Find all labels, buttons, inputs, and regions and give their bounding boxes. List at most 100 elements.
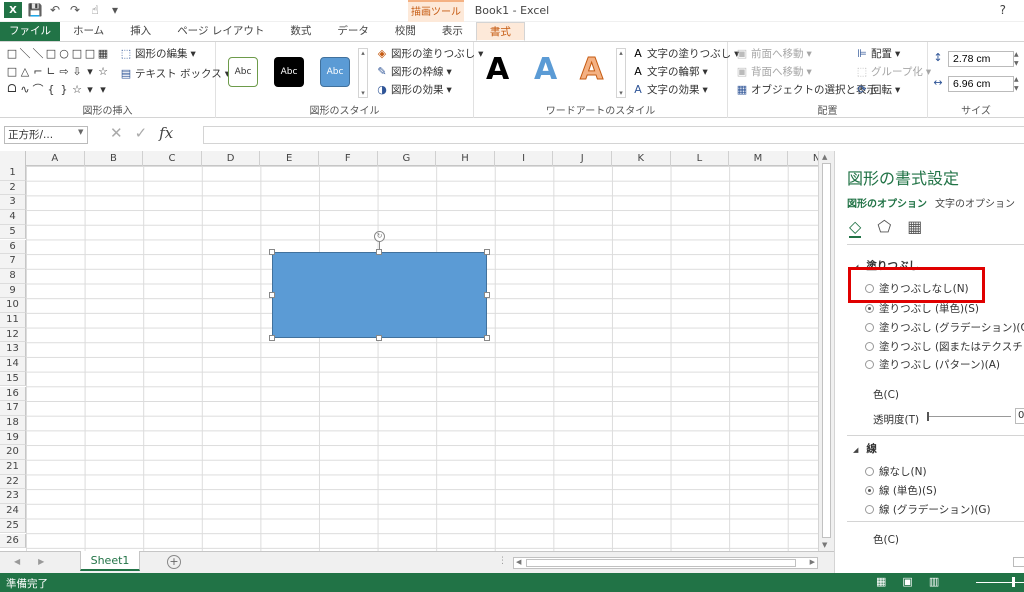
help-button[interactable]: ?	[1000, 3, 1006, 17]
column-header[interactable]: D	[202, 151, 261, 166]
resize-handle-bottom[interactable]	[376, 335, 382, 341]
shape-gallery-item[interactable]: {	[45, 82, 57, 96]
resize-handle-bottom-right[interactable]	[484, 335, 490, 341]
shape-gallery-item[interactable]: □	[6, 64, 18, 78]
shape-fill-button[interactable]: ◈ 図形の塗りつぶし ▾	[376, 46, 484, 61]
wordart-black[interactable]: A	[486, 52, 509, 87]
row-header[interactable]: 12	[0, 327, 26, 343]
group-button[interactable]: ⬚ グループ化 ▾	[856, 64, 931, 79]
shape-gallery-item[interactable]: ⌐	[32, 64, 44, 78]
scroll-down-icon[interactable]: ▼	[822, 541, 827, 549]
row-header[interactable]: 1	[0, 166, 26, 181]
shape-gallery-item[interactable]: □	[71, 46, 83, 60]
row-header[interactable]: 4	[0, 210, 26, 225]
row-header[interactable]: 14	[0, 357, 26, 372]
line-color-label[interactable]: 色(C)	[873, 532, 899, 547]
row-header[interactable]: 25	[0, 518, 26, 534]
tab-review[interactable]: 校閲	[382, 22, 429, 41]
selected-rectangle-shape[interactable]	[272, 252, 487, 338]
column-header[interactable]: K	[612, 151, 671, 166]
row-header[interactable]: 13	[0, 342, 26, 358]
line-option-gradient[interactable]: 線 (グラデーション)(G)	[865, 502, 991, 517]
row-header[interactable]: 11	[0, 313, 26, 328]
transparency-input[interactable]: 0	[1015, 408, 1024, 424]
insert-function-icon[interactable]: fx	[159, 124, 173, 142]
transparency-slider[interactable]	[927, 416, 1011, 417]
shape-style-blue[interactable]: Abc	[320, 57, 350, 87]
row-header[interactable]: 17	[0, 401, 26, 416]
line-option-none[interactable]: 線なし(N)	[865, 464, 927, 479]
row-header[interactable]: 3	[0, 195, 26, 211]
shape-gallery-item[interactable]: ＼	[19, 46, 31, 60]
shape-styles-scroll[interactable]: ▴ ▾	[358, 48, 368, 98]
scroll-left-icon[interactable]: ◀	[516, 558, 521, 566]
column-header[interactable]: I	[495, 151, 554, 166]
radio-fill-picture[interactable]	[865, 342, 874, 351]
row-header[interactable]: 10	[0, 298, 26, 313]
zoom-slider-knob[interactable]	[1012, 577, 1015, 587]
row-header[interactable]: 22	[0, 474, 26, 490]
shape-gallery-item[interactable]: ⇩	[71, 64, 83, 78]
pane-tab-shape-options[interactable]: 図形のオプション	[847, 195, 927, 210]
row-header[interactable]: 24	[0, 504, 26, 519]
radio-fill-gradient[interactable]	[865, 323, 874, 332]
column-header[interactable]: B	[85, 151, 144, 166]
cancel-icon[interactable]: ✕	[110, 124, 123, 142]
rotate-button[interactable]: ⟳ 回転 ▾	[856, 82, 900, 97]
row-header[interactable]: 26	[0, 533, 26, 549]
shapes-gallery[interactable]: □ ＼ ＼ □ ○ □ □ ▦ □ △ ⌐ ∟ ⇨ ⇩ ▾ ☆ ᗝ ∿ ⌒{} ☆ ▾ ▾	[6, 46, 109, 97]
normal-view-icon[interactable]: ▦	[876, 575, 886, 588]
radio-line-none[interactable]	[865, 467, 874, 476]
shape-gallery-item[interactable]: ⌒	[32, 82, 44, 96]
add-sheet-icon[interactable]: +	[167, 555, 181, 569]
row-header[interactable]: 2	[0, 180, 26, 196]
shape-gallery-item[interactable]: ☆	[97, 64, 109, 78]
sheet-next-icon[interactable]: ▶	[38, 557, 44, 566]
column-header[interactable]: N	[788, 151, 818, 166]
text-box-button[interactable]: ▤テキスト ボックス▾	[120, 66, 230, 81]
sheet-prev-icon[interactable]: ◀	[14, 557, 20, 566]
shape-outline-button[interactable]: ✎ 図形の枠線 ▾	[376, 64, 451, 79]
horizontal-scroll-thumb[interactable]	[526, 559, 796, 567]
shape-gallery-item[interactable]: ▾	[84, 64, 96, 78]
shape-gallery-item[interactable]: ᗝ	[6, 82, 18, 96]
height-spinner[interactable]: ▲ ▼	[1014, 51, 1024, 67]
tab-file[interactable]: ファイル	[0, 22, 60, 41]
tab-data[interactable]: データ	[324, 22, 382, 41]
cell-area[interactable]	[26, 166, 818, 551]
formula-input[interactable]	[203, 126, 1024, 144]
resize-handle-top-right[interactable]	[484, 249, 490, 255]
shape-gallery-item[interactable]: □	[6, 46, 18, 60]
shape-gallery-item[interactable]: ▾	[97, 82, 109, 96]
row-header[interactable]: 15	[0, 371, 26, 387]
rotation-handle[interactable]: ↻	[374, 231, 385, 242]
column-header[interactable]: C	[143, 151, 202, 166]
column-header[interactable]: E	[260, 151, 319, 166]
tab-split-icon[interactable]: ⋮	[498, 556, 507, 566]
width-spinner[interactable]: ▲ ▼	[1014, 76, 1024, 92]
tab-home[interactable]: ホーム	[60, 22, 117, 41]
fill-option-gradient[interactable]: 塗りつぶし (グラデーション)(G)	[865, 320, 1024, 335]
worksheet-grid[interactable]: ABCDEFGHIJKLMN 1 2 3 4 5 6 7 8 9 10 11 12 13 14 15 16 17…	[0, 151, 818, 551]
tab-format[interactable]: 書式	[475, 22, 525, 41]
fill-option-picture[interactable]: 塗りつぶし (図またはテクスチャ)(P)	[865, 339, 1024, 354]
text-outline-button[interactable]: A 文字の輪郭 ▾	[632, 64, 708, 79]
tab-insert[interactable]: 挿入	[117, 22, 164, 41]
shape-gallery-item[interactable]: □	[45, 46, 57, 60]
shape-gallery-item[interactable]: ○	[58, 46, 70, 60]
page-break-view-icon[interactable]: ▥	[929, 575, 939, 588]
radio-fill-pattern[interactable]	[865, 360, 874, 369]
wordart-scroll[interactable]: ▴ ▾	[616, 48, 626, 98]
align-button[interactable]: ⊫ 配置 ▾	[856, 46, 900, 61]
radio-fill-solid[interactable]	[865, 304, 874, 313]
row-header[interactable]: 9	[0, 283, 26, 299]
shape-gallery-item[interactable]: △	[19, 64, 31, 78]
row-header[interactable]: 20	[0, 445, 26, 460]
pane-color-picker-edge[interactable]	[1013, 557, 1024, 567]
row-header[interactable]: 18	[0, 415, 26, 431]
edit-shape-button[interactable]: ⬚ 図形の編集 ▾	[120, 46, 196, 61]
column-header[interactable]: L	[671, 151, 730, 166]
vertical-scrollbar[interactable]: ▲ ▼	[818, 151, 834, 551]
vertical-scroll-thumb[interactable]	[822, 163, 831, 538]
shape-gallery-item[interactable]: ⇨	[58, 64, 70, 78]
